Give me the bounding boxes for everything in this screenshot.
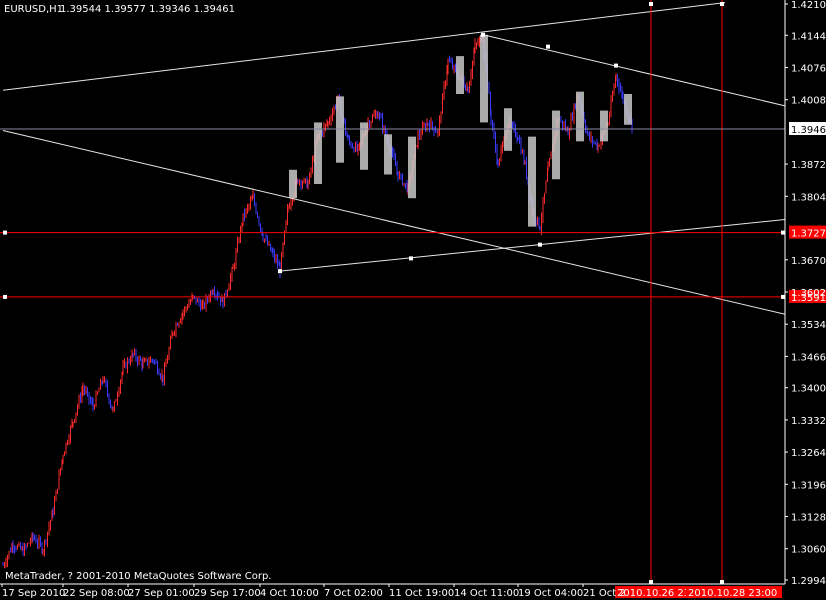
highlight-bar [314,122,322,184]
trendline-anchor-handle[interactable] [538,242,542,247]
trendline-anchor-handle[interactable] [409,256,413,261]
vline-handle-bottom [720,580,724,584]
chart-canvas[interactable]: 1.372741.359162010.10.26 23:002010.10.28… [0,0,826,600]
time-tick-label: 27 Sep 01:00 [128,588,195,599]
price-tick-label: 1.33320 [791,416,826,427]
price-tick-label: 1.31280 [791,513,826,524]
price-tick-label: 1.38720 [791,160,826,171]
price-tick-label: 1.40080 [791,96,826,107]
time-tick-label: 21 Oct 2 [583,588,626,599]
trendline-anchor-handle[interactable] [546,44,550,49]
ohlc-values-label: 1.39544 1.39577 1.39346 1.39461 [60,4,235,15]
highlight-bar [576,91,584,142]
time-tick-label: 29 Sep 17:00 [194,588,261,599]
highlight-bar [456,56,464,94]
current-price-label: 1.39461 [791,125,826,136]
price-tick-label: 1.34000 [791,384,826,395]
time-tick-label: 19 Oct 04:00 [518,588,583,599]
highlight-bar [504,108,512,151]
price-tick-label: 1.35340 [791,320,826,331]
price-tick-label: 1.38040 [791,192,826,203]
highlight-bar [480,34,488,123]
price-tick-label: 1.40760 [791,63,826,74]
highlight-bar [600,110,608,142]
vline-handle-top [720,2,724,6]
price-tick-label: 1.30600 [791,545,826,556]
highlight-bar [360,122,368,170]
level-handle-left [3,294,7,299]
chart-background [0,0,826,600]
vline-handle-top [649,2,653,6]
price-tick-label: 1.41440 [791,31,826,42]
trendline-anchor-handle[interactable] [614,63,618,68]
level-handle-right [781,230,785,235]
time-tick-label: 22 Sep 08:00 [63,588,130,599]
time-tick-label: 17 Sep 2010 [2,588,65,599]
price-tick-label: 1.31960 [791,480,826,491]
time-marker-label: 2010.10.28 23:00 [688,588,777,599]
highlight-bar [384,134,392,175]
highlight-bar [408,136,416,199]
symbol-timeframe-label: EURUSD,H1 [4,4,63,15]
level-handle-right [781,294,785,299]
copyright-label: MetaTrader, ? 2001-2010 MetaQuotes Softw… [5,571,271,582]
highlight-bar [528,136,536,227]
time-tick-label: 11 Oct 19:00 [389,588,454,599]
time-tick-label: 7 Oct 02:00 [324,588,383,599]
price-tick-label: 1.29940 [791,576,826,587]
highlight-bar [336,96,344,163]
highlight-bar [552,110,560,180]
level-price-label: 1.37274 [791,229,826,240]
level-handle-left [3,230,7,235]
price-tick-label: 1.36700 [791,256,826,267]
vline-handle-bottom [649,580,653,584]
price-tick-label: 1.32640 [791,448,826,459]
highlight-bar [624,94,632,125]
trendline-anchor-handle[interactable] [481,32,485,37]
time-tick-label: 4 Oct 10:00 [260,588,319,599]
time-tick-label: 14 Oct 11:00 [454,588,519,599]
trendline-anchor-handle[interactable] [278,269,282,274]
price-tick-label: 1.42100 [791,0,826,11]
highlight-bar [289,169,297,199]
price-tick-label: 1.34660 [791,352,826,363]
price-tick-label: 1.36020 [791,288,826,299]
